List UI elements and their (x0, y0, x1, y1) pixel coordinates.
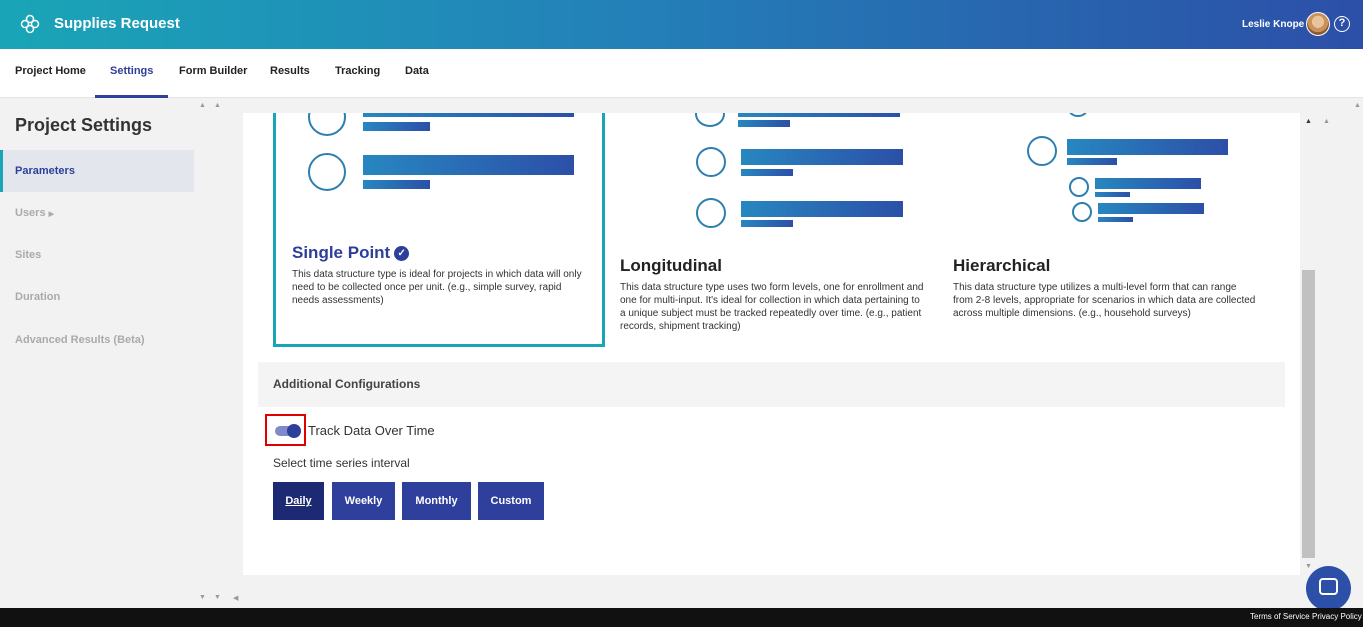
config-section-header: Additional Configurations (258, 362, 1285, 407)
scroll-up-icon[interactable]: ▲ (199, 102, 206, 109)
sidebar-item-users[interactable]: Users ▶ (0, 192, 194, 234)
app-title[interactable]: Supplies Request (54, 15, 180, 32)
diagram-circle-icon (1027, 136, 1057, 166)
diagram-bar (363, 180, 430, 189)
scroll-down-icon[interactable]: ▼ (1305, 563, 1312, 570)
diagram-bar (741, 220, 793, 227)
diagram-bar (1067, 139, 1228, 155)
tab-tracking[interactable]: Tracking (320, 49, 395, 98)
option-title: Single Point (292, 243, 391, 262)
privacy-link[interactable]: Privacy Policy (1312, 612, 1362, 621)
diagram-bar (1095, 192, 1130, 197)
diagram-circle-icon (695, 113, 725, 127)
sidebar: Project Settings Parameters Users ▶ Site… (0, 98, 194, 608)
top-nav: Project Home Settings Form Builder Resul… (0, 49, 1363, 98)
option-single-point[interactable]: Single Point ✓ This data structure type i… (273, 113, 605, 347)
option-description: This data structure type is ideal for pr… (292, 269, 582, 306)
tab-settings[interactable]: Settings (95, 49, 169, 98)
diagram-bar (741, 169, 793, 176)
scroll-up-icon[interactable]: ▲ (214, 102, 221, 109)
app-logo-icon[interactable] (20, 14, 40, 34)
diagram-bar (1067, 158, 1117, 165)
scroll-down-icon[interactable]: ▼ (214, 594, 221, 601)
data-structure-card: Single Point ✓ This data structure type i… (243, 113, 1300, 575)
scroll-down-icon[interactable]: ▼ (199, 594, 206, 601)
footer: Terms of Service Privacy Policy (0, 608, 1363, 627)
diagram-circle-icon (308, 113, 346, 136)
scroll-left-icon[interactable]: ◀ (233, 594, 238, 602)
track-data-toggle[interactable] (265, 414, 306, 446)
tab-project-home[interactable]: Project Home (0, 49, 101, 98)
interval-daily-button[interactable]: Daily (273, 482, 324, 520)
sidebar-item-sites[interactable]: Sites (0, 234, 194, 276)
chat-icon (1319, 578, 1338, 595)
option-title: Hierarchical (953, 256, 1051, 275)
option-description: This data structure type utilizes a mult… (953, 282, 1256, 319)
scroll-up-icon[interactable]: ▲ (1354, 102, 1361, 109)
sidebar-item-parameters[interactable]: Parameters (0, 150, 194, 192)
option-title: Longitudinal (620, 256, 722, 275)
interval-weekly-button[interactable]: Weekly (332, 482, 395, 520)
terms-link[interactable]: Terms of Service (1250, 612, 1310, 621)
diagram-bar (1095, 178, 1201, 189)
sidebar-item-label: Users (15, 207, 46, 219)
sidebar-item-duration[interactable]: Duration (0, 276, 194, 318)
tab-results[interactable]: Results (255, 49, 325, 98)
diagram-bar (363, 155, 574, 175)
app-header: Supplies Request Leslie Knope ? (0, 0, 1363, 49)
config-title: Additional Configurations (273, 377, 421, 391)
chat-button[interactable] (1306, 566, 1351, 611)
diagram-bar (741, 201, 903, 217)
tab-form-builder[interactable]: Form Builder (164, 49, 262, 98)
tab-data[interactable]: Data (390, 49, 444, 98)
option-hierarchical[interactable]: Hierarchical This data structure type ut… (946, 113, 1266, 353)
option-longitudinal[interactable]: Longitudinal This data structure type us… (613, 113, 933, 353)
sidebar-item-advanced-results[interactable]: Advanced Results (Beta) (0, 319, 194, 361)
scrollbar-thumb[interactable] (1302, 270, 1315, 558)
user-name[interactable]: Leslie Knope (1242, 19, 1304, 30)
diagram-bar (1098, 203, 1204, 214)
diagram-circle-icon (1069, 177, 1089, 197)
scroll-up-icon[interactable]: ▲ (1323, 118, 1330, 125)
toggle-knob (287, 424, 301, 438)
caret-right-icon: ▶ (48, 211, 55, 218)
diagram-circle-icon (696, 198, 726, 228)
toggle-label: Track Data Over Time (308, 423, 435, 438)
interval-label: Select time series interval (273, 456, 410, 470)
diagram-circle-icon (308, 153, 346, 191)
interval-monthly-button[interactable]: Monthly (402, 482, 471, 520)
diagram-bar (363, 122, 430, 131)
diagram-circle-icon (1072, 202, 1092, 222)
diagram-bar (363, 113, 574, 117)
avatar[interactable] (1306, 12, 1330, 36)
sidebar-title: Project Settings (15, 115, 153, 135)
interval-custom-button[interactable]: Custom (478, 482, 544, 520)
diagram-bar (738, 113, 900, 117)
option-description: This data structure type uses two form l… (620, 282, 924, 332)
help-icon[interactable]: ? (1334, 16, 1350, 32)
diagram-bar (738, 120, 790, 127)
scroll-up-icon[interactable]: ▲ (1305, 118, 1312, 125)
diagram-circle-icon (696, 147, 726, 177)
check-circle-icon: ✓ (394, 246, 410, 261)
diagram-circle-icon (1068, 113, 1088, 117)
diagram-bar (741, 149, 903, 165)
diagram-bar (1098, 217, 1133, 222)
